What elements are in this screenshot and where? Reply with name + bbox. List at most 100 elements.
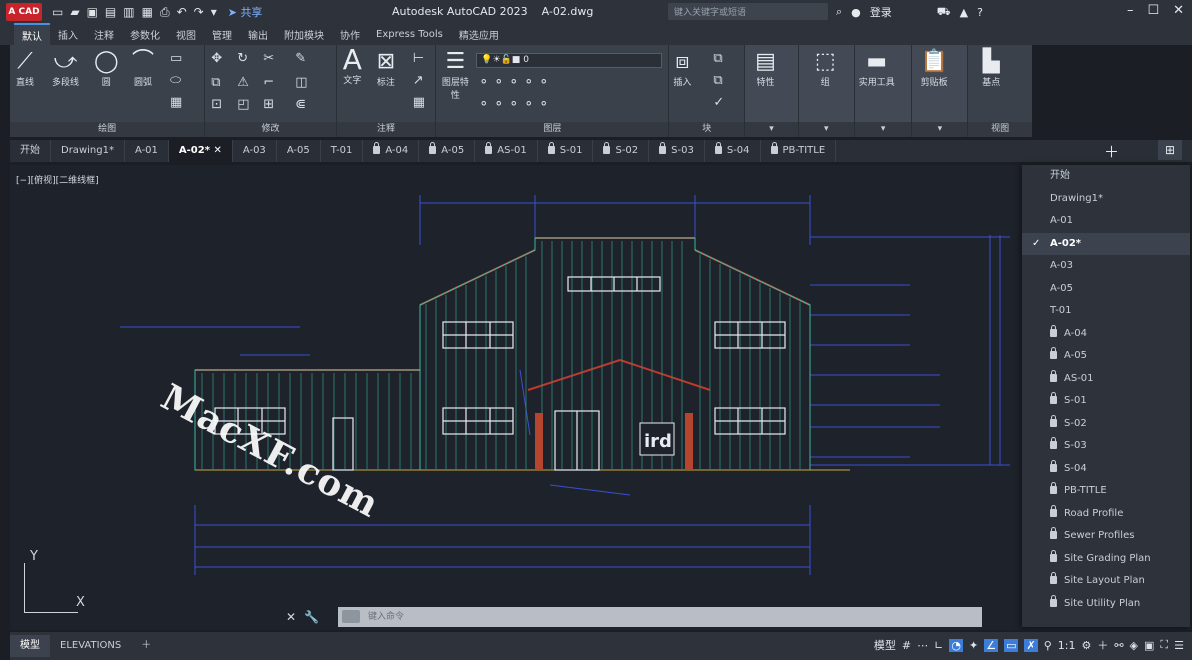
tab-list-item[interactable]: PB-TITLE xyxy=(1022,480,1190,503)
tab-list-item[interactable]: A-05 xyxy=(1022,345,1190,368)
user-icon[interactable]: ● xyxy=(851,6,861,19)
tab-list-item[interactable]: S-02 xyxy=(1022,413,1190,436)
scale-icon[interactable]: ◰ xyxy=(237,97,249,112)
rotate-icon[interactable]: ↻ xyxy=(237,51,248,66)
annotation-visibility-icon[interactable]: ⚲ xyxy=(1044,639,1052,652)
file-tab[interactable]: A-04 xyxy=(363,140,420,162)
erase-icon[interactable]: ✎ xyxy=(295,51,306,66)
mirror-icon[interactable]: ⚠ xyxy=(237,75,249,90)
layer-tools-row2-icon[interactable]: ⚬ ⚬ ⚬ ⚬ ⚬ xyxy=(478,97,549,112)
save-as-icon[interactable]: ▤ xyxy=(105,5,116,19)
polar-icon[interactable]: ◔ xyxy=(949,638,963,652)
stretch-icon[interactable]: ⊡ xyxy=(211,97,222,112)
group-panel[interactable]: ⬚ 组 ▾ xyxy=(798,45,855,137)
share-button[interactable]: ➤ 共享 xyxy=(228,4,263,20)
layer-properties-tool[interactable]: ☰ 图层特性 xyxy=(440,49,470,101)
clipboard-panel[interactable]: 📋 剪贴板 ▾ xyxy=(912,45,969,137)
clean-screen-icon[interactable]: ⛶ xyxy=(1160,638,1168,652)
help-icon[interactable]: ? xyxy=(977,6,983,19)
file-tab[interactable]: A-02* ✕ xyxy=(168,140,233,162)
redo-icon[interactable]: ↷ xyxy=(194,5,204,19)
tab-list-icon[interactable]: ⊞ xyxy=(1158,140,1182,160)
ribbon-tab-10[interactable]: 精选应用 xyxy=(451,24,507,45)
ribbon-tab-5[interactable]: 管理 xyxy=(204,24,240,45)
tab-list-item[interactable]: 开始 xyxy=(1022,165,1190,188)
dimension-tool[interactable]: ⊠ 标注 xyxy=(377,49,395,88)
tab-list-item[interactable]: A-05 xyxy=(1022,278,1190,301)
create-block-icon[interactable]: ⧉ xyxy=(713,51,722,66)
file-tab[interactable]: A-01 xyxy=(125,140,169,162)
open-folder-icon[interactable]: ▰ xyxy=(70,5,79,19)
file-tab[interactable]: T-01 xyxy=(321,140,364,162)
modify-panel-title[interactable]: 修改 xyxy=(205,122,336,137)
new-file-icon[interactable]: ▭ xyxy=(52,5,63,19)
annotation-scale[interactable]: 1:1 xyxy=(1058,639,1076,652)
properties-tool[interactable]: ▤ 特性 xyxy=(755,49,776,88)
base-point-tool[interactable]: ▙ 基点 xyxy=(982,49,1000,88)
file-tab[interactable]: S-01 xyxy=(538,140,594,162)
utilities-tool[interactable]: ▬ 实用工具 xyxy=(859,49,895,88)
search-icon[interactable]: ⌕ xyxy=(836,5,842,19)
tab-list-item[interactable]: A-01 xyxy=(1022,210,1190,233)
publish-icon[interactable]: ▥ xyxy=(123,5,134,19)
offset-icon[interactable]: ⋐ xyxy=(295,97,306,112)
cart-icon[interactable]: ⛟ xyxy=(937,5,951,20)
undo-icon[interactable]: ↶ xyxy=(177,5,187,19)
text-tool[interactable]: A 文字 xyxy=(343,46,362,87)
tab-list-item[interactable]: A-04 xyxy=(1022,323,1190,346)
block-attr-icon[interactable]: ✓ xyxy=(713,95,724,110)
app-logo[interactable]: A CAD xyxy=(6,3,42,21)
annotation-panel-title[interactable]: 注释 xyxy=(336,122,436,137)
utilities-panel[interactable]: ▬ 实用工具 ▾ xyxy=(854,45,913,137)
maximize-icon[interactable]: ☐ xyxy=(1147,3,1159,18)
command-prompt-icon[interactable] xyxy=(342,610,360,623)
file-tab[interactable]: S-04 xyxy=(705,140,761,162)
ortho-icon[interactable]: ∟ xyxy=(934,639,943,652)
ribbon-tab-0[interactable]: 默认 xyxy=(14,23,50,46)
dynamic-ucs-icon[interactable]: ▭ xyxy=(1004,638,1019,652)
autodesk-a-icon[interactable]: ▲ xyxy=(960,6,968,19)
file-tab[interactable]: S-02 xyxy=(593,140,650,162)
ribbon-tab-4[interactable]: 视图 xyxy=(168,24,204,45)
arc-tool[interactable]: ⌒ 圆弧 xyxy=(132,49,154,88)
tab-list-item[interactable]: S-04 xyxy=(1022,458,1190,481)
tab-list-item[interactable]: Site Grading Plan xyxy=(1022,548,1190,571)
rectangle-icon[interactable]: ▭ xyxy=(170,51,182,66)
tab-list-item[interactable]: AS-01 xyxy=(1022,368,1190,391)
model-tab[interactable]: 模型 xyxy=(10,635,50,657)
crosshair-icon[interactable]: ＋ xyxy=(1097,637,1108,653)
trim-icon[interactable]: ✂ xyxy=(263,51,274,66)
tab-list-item[interactable]: S-01 xyxy=(1022,390,1190,413)
layers-panel-title[interactable]: 图层 xyxy=(436,122,669,137)
file-tab[interactable]: AS-01 xyxy=(475,140,538,162)
ribbon-tab-1[interactable]: 插入 xyxy=(50,24,86,45)
clipboard-tool[interactable]: 📋 剪贴板 xyxy=(920,49,947,88)
copy-icon[interactable]: ⧉ xyxy=(211,75,220,90)
linear-dim-icon[interactable]: ⊢ xyxy=(413,51,424,66)
properties-panel[interactable]: ▤ 特性 ▾ xyxy=(745,45,799,137)
edit-block-icon[interactable]: ⧉ xyxy=(713,73,722,88)
file-tab[interactable]: PB-TITLE xyxy=(761,140,837,162)
ribbon-tab-7[interactable]: 附加模块 xyxy=(276,24,332,45)
tab-list-item[interactable]: Site Utility Plan xyxy=(1022,593,1190,616)
draw-panel-title[interactable]: 绘图 xyxy=(10,122,205,137)
otrack-icon[interactable]: ∠ xyxy=(984,638,999,652)
layout-tab-elevations[interactable]: ELEVATIONS xyxy=(50,635,131,657)
units-icon[interactable]: ⚯ xyxy=(1114,639,1123,652)
layer-tools-row1-icon[interactable]: ⚬ ⚬ ⚬ ⚬ ⚬ xyxy=(478,75,549,90)
new-tab-icon[interactable]: ＋ xyxy=(1104,141,1119,162)
minimize-icon[interactable]: – xyxy=(1127,3,1134,18)
ellipse-icon[interactable]: ⬭ xyxy=(170,73,181,88)
tab-list-item[interactable]: Drawing1* xyxy=(1022,188,1190,211)
block-panel-title[interactable]: 块 xyxy=(669,122,745,137)
isolate-icon[interactable]: ◈ xyxy=(1130,639,1138,652)
hardware-accel-icon[interactable]: ▣ xyxy=(1144,639,1154,652)
tab-list-item[interactable]: S-03 xyxy=(1022,435,1190,458)
fillet-icon[interactable]: ⌐ xyxy=(263,75,274,90)
ribbon-tab-3[interactable]: 参数化 xyxy=(122,24,168,45)
login-button[interactable]: 登录 xyxy=(870,4,892,20)
view-panel-title[interactable]: 视图 xyxy=(968,122,1032,137)
model-space-button[interactable]: 模型 xyxy=(874,637,896,653)
properties-dropdown-icon[interactable]: ▾ xyxy=(745,122,798,137)
circle-tool[interactable]: ◯ 圆 xyxy=(94,49,119,88)
